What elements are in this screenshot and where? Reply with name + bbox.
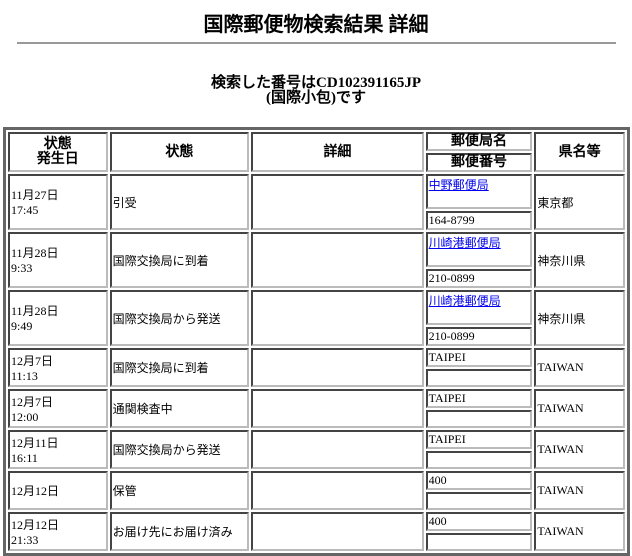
date-cell: 12月7日 11:13 (8, 348, 108, 387)
table-row: 12月12日 保管 400 TAIWAN (8, 471, 625, 510)
event-date: 12月12日 (11, 517, 60, 532)
status-cell: 国際交換局に到着 (109, 348, 250, 387)
tracking-table: 状態 発生日 状態 詳細 郵便局名 県名等 郵便番号 11月27日 17:45 引受中… (3, 127, 630, 556)
postcode-cell (425, 533, 533, 551)
date-cell: 11月27日 17:45 (8, 174, 108, 230)
event-time: 12:00 (11, 409, 39, 424)
event-date: 11月28日 (11, 246, 59, 260)
event-date: 12月12日 (11, 484, 60, 498)
event-date: 11月28日 (11, 304, 59, 318)
postcode-cell (425, 451, 533, 469)
status-cell: 引受 (109, 174, 250, 230)
event-time: 11:13 (11, 368, 38, 383)
prefecture-cell: 東京都 (534, 174, 625, 230)
header-office: 郵便局名 (425, 132, 533, 151)
header-detail: 詳細 (251, 132, 424, 172)
office-cell: 中野郵便局 (425, 174, 533, 209)
table-row: 11月28日 9:49 国際交換局から発送 川崎港郵便局 神奈川県 (8, 290, 625, 346)
post-office-name: TAIPEI (428, 391, 466, 405)
prefecture-cell: 神奈川県 (534, 290, 625, 346)
prefecture-cell: TAIWAN (534, 348, 625, 387)
office-cell: 川崎港郵便局 (425, 232, 533, 267)
post-office-link[interactable]: 川崎港郵便局 (429, 294, 501, 308)
post-office-link[interactable]: 川崎港郵便局 (429, 236, 501, 250)
date-cell: 11月28日 9:49 (8, 290, 108, 346)
divider (17, 42, 616, 44)
detail-cell (251, 290, 424, 346)
header-row: 状態 発生日 状態 詳細 郵便局名 県名等 (8, 132, 625, 172)
event-time: 21:33 (11, 532, 39, 547)
detail-cell (251, 174, 424, 230)
header-status: 状態 (109, 132, 250, 172)
header-postcode: 郵便番号 (425, 153, 533, 172)
status-cell: 国際交換局から発送 (109, 430, 250, 469)
event-time: 9:33 (11, 261, 33, 275)
prefecture-cell: TAIWAN (534, 430, 625, 469)
status-cell: 保管 (109, 471, 250, 510)
header-date: 状態 発生日 (8, 132, 108, 172)
status-cell: お届け先にお届け済み (109, 512, 250, 551)
prefecture-cell: TAIWAN (534, 471, 625, 510)
office-cell: 400 (425, 471, 533, 490)
prefecture-cell: TAIWAN (534, 512, 625, 551)
post-office-name: 400 (428, 514, 447, 528)
event-date: 12月7日 (11, 394, 54, 409)
event-date: 12月11日 (11, 435, 59, 450)
search-summary: 検索した番号はCD102391165JP (国際小包)です (0, 76, 632, 106)
postcode-cell: 164-8799 (425, 211, 533, 230)
office-cell: TAIPEI (425, 348, 533, 367)
date-cell: 12月12日 21:33 (8, 512, 108, 551)
table-row: 11月28日 9:33 国際交換局に到着 川崎港郵便局 神奈川県 (8, 232, 625, 288)
postcode-cell (425, 492, 533, 510)
date-cell: 12月7日 12:00 (8, 389, 108, 428)
office-cell: 川崎港郵便局 (425, 290, 533, 325)
post-office-name: 400 (428, 473, 447, 487)
post-office-name: TAIPEI (428, 350, 466, 364)
status-cell: 通関検査中 (109, 389, 250, 428)
date-cell: 11月28日 9:33 (8, 232, 108, 288)
office-cell: 400 (425, 512, 533, 531)
detail-cell (251, 430, 424, 469)
postcode-cell: 210-0899 (425, 269, 533, 288)
office-cell: TAIPEI (425, 389, 533, 408)
detail-cell (251, 512, 424, 551)
post-office-name: TAIPEI (428, 432, 466, 446)
date-cell: 12月12日 (8, 471, 108, 510)
status-cell: 国際交換局から発送 (109, 290, 250, 346)
detail-cell (251, 471, 424, 510)
page-title: 国際郵便物検索結果 詳細 (203, 14, 429, 36)
event-date: 12月7日 (11, 353, 54, 368)
prefecture-cell: TAIWAN (534, 389, 625, 428)
post-office-link[interactable]: 中野郵便局 (429, 178, 489, 192)
header-prefecture: 県名等 (534, 132, 625, 172)
parcel-type-text: (国際小包)です (266, 90, 366, 106)
detail-cell (251, 348, 424, 387)
status-cell: 国際交換局に到着 (109, 232, 250, 288)
postcode-cell (425, 410, 533, 428)
detail-cell (251, 232, 424, 288)
table-row: 12月11日 16:11 国際交換局から発送 TAIPEI TAIWAN (8, 430, 625, 469)
search-number-text: 検索した番号はCD102391165JP (210, 75, 421, 91)
event-time: 16:11 (11, 450, 38, 465)
postcode-cell: 210-0899 (425, 327, 533, 346)
table-row: 12月7日 12:00 通関検査中 TAIPEI TAIWAN (8, 389, 625, 428)
event-time: 17:45 (11, 203, 39, 217)
postcode-cell (425, 369, 533, 387)
prefecture-cell: 神奈川県 (534, 232, 625, 288)
table-row: 12月7日 11:13 国際交換局に到着 TAIPEI TAIWAN (8, 348, 625, 387)
table-row: 11月27日 17:45 引受 中野郵便局 東京都 (8, 174, 625, 230)
detail-cell (251, 389, 424, 428)
table-row: 12月12日 21:33 お届け先にお届け済み 400 TAIWAN (8, 512, 625, 551)
event-time: 9:49 (11, 319, 33, 333)
date-cell: 12月11日 16:11 (8, 430, 108, 469)
event-date: 11月27日 (11, 188, 59, 202)
office-cell: TAIPEI (425, 430, 533, 449)
